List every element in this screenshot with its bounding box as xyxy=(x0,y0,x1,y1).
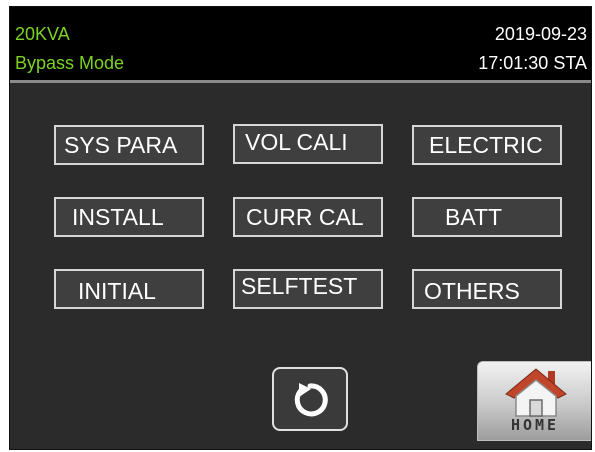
date-label: 2019-09-23 xyxy=(494,24,587,44)
house-icon xyxy=(505,368,567,417)
electric-button[interactable]: ELECTRIC xyxy=(412,125,562,165)
status-bar: 20KVA Bypass Mode 2019-09-23 17:01:30 ST… xyxy=(10,7,591,80)
time-label: 17:01:30 STA xyxy=(478,53,587,73)
batt-button[interactable]: BATT xyxy=(412,197,562,237)
vol-cali-button[interactable]: VOL CALI xyxy=(233,124,383,164)
initial-button[interactable]: INITIAL xyxy=(54,269,204,309)
status-divider xyxy=(10,80,591,83)
refresh-arrow-icon xyxy=(294,383,328,417)
selftest-button[interactable]: SELFTEST xyxy=(233,269,383,309)
sys-para-button[interactable]: SYS PARA xyxy=(54,125,204,165)
ups-lcd-screen: 20KVA Bypass Mode 2019-09-23 17:01:30 ST… xyxy=(9,6,592,450)
install-button[interactable]: INSTALL xyxy=(54,197,204,237)
back-button[interactable] xyxy=(272,367,348,431)
others-button[interactable]: OTHERS xyxy=(412,269,562,309)
home-label: HOME xyxy=(510,416,560,434)
home-button[interactable]: HOME xyxy=(477,361,591,441)
capacity-label: 20KVA xyxy=(15,24,70,44)
mode-label: Bypass Mode xyxy=(15,53,125,73)
curr-cal-button[interactable]: CURR CAL xyxy=(233,197,383,237)
